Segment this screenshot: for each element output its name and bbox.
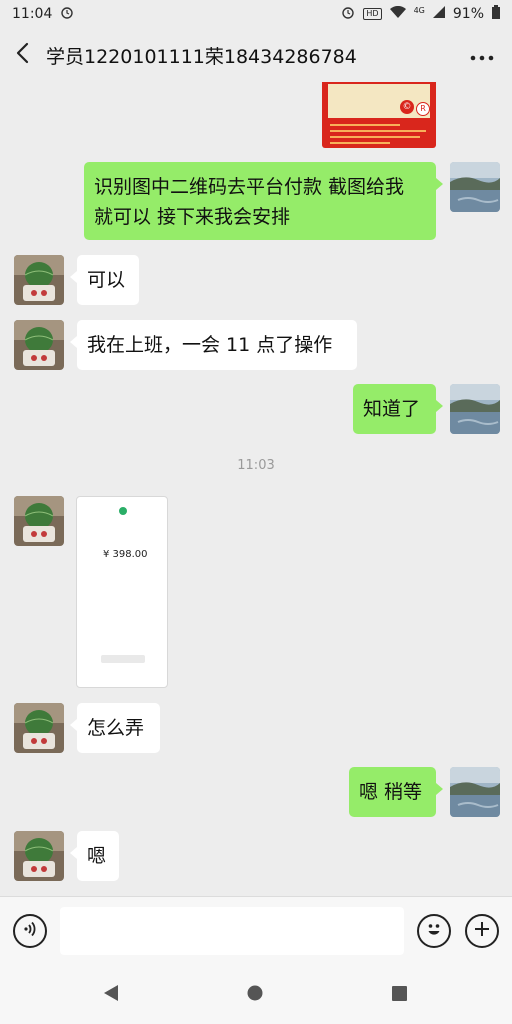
- payment-screenshot-message[interactable]: ¥ 398.00: [76, 496, 168, 688]
- registered-icon: R: [416, 102, 430, 116]
- image-text-line: [330, 136, 420, 138]
- nav-back-button[interactable]: [102, 984, 120, 1006]
- signal-icon: [432, 6, 445, 22]
- emoji-button[interactable]: [417, 914, 451, 948]
- my-avatar[interactable]: [450, 162, 500, 212]
- image-content: [328, 84, 430, 118]
- alarm-icon: [60, 5, 74, 23]
- message-bubble-outgoing[interactable]: 嗯 稍等: [349, 767, 443, 817]
- contact-avatar[interactable]: [14, 320, 64, 370]
- alarm-icon: [341, 5, 355, 23]
- message-bubble-incoming[interactable]: 可以: [70, 255, 139, 305]
- add-button[interactable]: [465, 914, 499, 948]
- message-input[interactable]: [60, 907, 404, 955]
- voice-icon: [21, 920, 39, 942]
- more-dots-icon: [470, 46, 494, 65]
- message-bubble-incoming[interactable]: 嗯: [70, 831, 119, 881]
- contact-avatar[interactable]: [14, 831, 64, 881]
- emoji-icon: [423, 918, 445, 944]
- message-text: 嗯: [87, 845, 107, 867]
- contact-avatar[interactable]: [14, 255, 64, 305]
- chat-title: 学员1220101111荣18434286784: [46, 45, 357, 68]
- back-button[interactable]: [0, 28, 46, 82]
- payment-amount: ¥ 398.00: [103, 549, 148, 560]
- message-bubble-incoming[interactable]: 我在上班，一会 11 点了操作: [70, 320, 357, 370]
- wifi-icon: [389, 5, 406, 22]
- shared-image-message[interactable]: © R: [322, 82, 436, 148]
- image-text-line: [330, 142, 390, 144]
- nav-home-button[interactable]: [247, 985, 263, 1005]
- contact-avatar[interactable]: [14, 496, 64, 546]
- success-check-icon: [119, 507, 127, 515]
- image-text-line: [330, 130, 426, 132]
- message-text: 嗯 稍等: [359, 781, 423, 803]
- chat-input-bar: [0, 896, 512, 966]
- plus-icon: [473, 920, 491, 942]
- message-text: 可以: [87, 269, 126, 291]
- nav-recents-button[interactable]: [392, 986, 407, 1005]
- status-time: 11:04: [12, 6, 53, 22]
- status-bar: 11:04 HD 4G 91%: [0, 0, 512, 28]
- message-text: 识别图中二维码去平台付款 截图给我: [94, 176, 405, 198]
- message-text: 怎么弄: [87, 717, 145, 739]
- voice-button[interactable]: [13, 914, 47, 948]
- message-bubble-incoming[interactable]: 怎么弄: [70, 703, 160, 753]
- image-text-line: [330, 124, 400, 126]
- system-navigation-bar: [0, 966, 512, 1024]
- message-bubble-outgoing[interactable]: 知道了: [353, 384, 443, 434]
- network-type: 4G: [413, 5, 425, 15]
- chevron-left-icon: [16, 42, 30, 68]
- battery-percent: 91%: [452, 6, 484, 22]
- hd-icon: HD: [363, 8, 382, 20]
- message-text: 我在上班，一会 11 点了操作: [87, 334, 333, 356]
- message-bubble-outgoing[interactable]: 识别图中二维码去平台付款 截图给我 就可以 接下来我会安排: [84, 162, 443, 240]
- message-timestamp: 11:03: [237, 458, 275, 473]
- battery-icon: [492, 5, 500, 23]
- done-button-preview: [101, 655, 145, 663]
- contact-avatar[interactable]: [14, 703, 64, 753]
- chat-header: 学员1220101111荣18434286784: [0, 28, 512, 82]
- my-avatar[interactable]: [450, 384, 500, 434]
- copyright-icon: ©: [400, 100, 414, 114]
- message-text: 知道了: [363, 398, 421, 420]
- more-button[interactable]: [452, 28, 512, 82]
- my-avatar[interactable]: [450, 767, 500, 817]
- message-text: 就可以 接下来我会安排: [94, 206, 291, 228]
